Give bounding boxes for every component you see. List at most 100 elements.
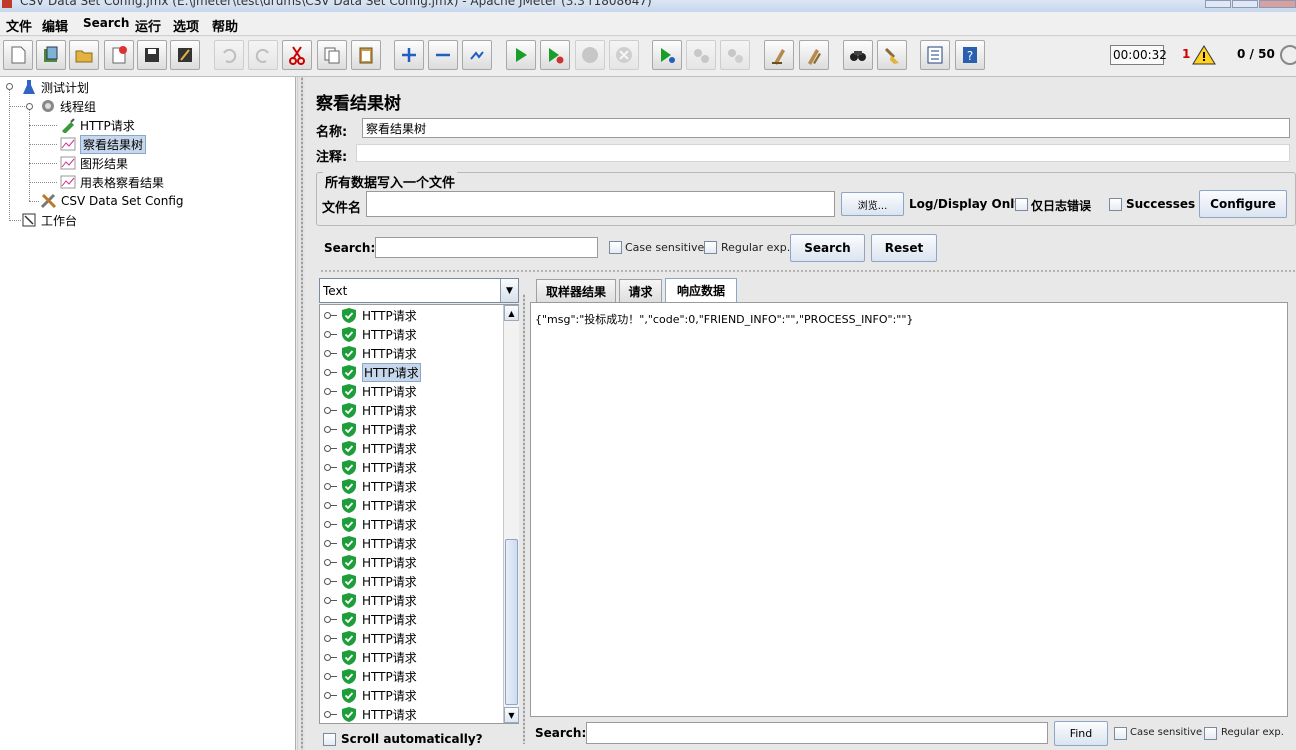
result-item[interactable]: HTTP请求 [324,344,417,362]
tree-handle-icon[interactable] [324,425,337,433]
result-item[interactable]: HTTP请求 [324,553,417,571]
regex-checkbox[interactable] [704,241,717,254]
case-sensitive-checkbox[interactable] [609,241,622,254]
tree-handle-icon[interactable] [324,444,337,452]
scroll-down-icon[interactable]: ▼ [504,707,519,723]
toggle-icon[interactable] [462,40,492,70]
response-data-panel[interactable]: {"msg":"投标成功！","code":0,"FRIEND_INFO":""… [530,302,1288,717]
collapse-icon[interactable] [428,40,458,70]
result-item[interactable]: HTTP请求 [324,496,417,514]
successes-checkbox[interactable] [1109,198,1122,211]
minimize-button[interactable] [1205,0,1231,8]
result-item[interactable]: HTTP请求 [324,648,417,666]
result-item[interactable]: HTTP请求 [324,667,417,685]
tab-response-data[interactable]: 响应数据 [665,278,737,302]
results-splitter[interactable] [520,278,528,750]
result-item[interactable]: HTTP请求 [324,610,417,628]
result-item[interactable]: HTTP请求 [324,591,417,609]
tree-handle-icon[interactable] [324,634,337,642]
search-input[interactable] [375,237,598,258]
clear-all-icon[interactable] [799,40,829,70]
browse-button[interactable]: 浏览... [841,192,904,216]
result-item[interactable]: HTTP请求 [324,477,417,495]
configure-button[interactable]: Configure [1199,190,1287,218]
response-regex-checkbox[interactable] [1204,727,1217,740]
menu-options[interactable]: 选项 [173,16,199,35]
menu-file[interactable]: 文件 [6,16,32,35]
reset-search-icon[interactable] [877,40,907,70]
close-window-button[interactable] [1259,0,1296,8]
tree-node-thread-group[interactable]: 线程组 [39,97,96,115]
tree-handle-icon[interactable] [324,596,337,604]
menu-search[interactable]: Search [83,16,129,30]
expand-icon[interactable] [394,40,424,70]
results-scrollbar[interactable]: ▲ ▼ [503,305,519,723]
response-case-sensitive-checkbox[interactable] [1114,727,1127,740]
warning-icon[interactable] [1192,45,1216,65]
tree-handle-icon[interactable] [324,653,337,661]
redo-icon[interactable] [248,40,278,70]
menu-run[interactable]: 运行 [135,16,161,35]
save-icon[interactable] [137,40,167,70]
search-button[interactable]: Search [790,234,865,262]
new-icon[interactable] [3,40,33,70]
scrollbar-thumb[interactable] [505,539,518,705]
open-icon[interactable] [69,40,99,70]
remote-start-icon[interactable] [652,40,682,70]
tree-handle-icon[interactable] [324,558,337,566]
result-item[interactable]: HTTP请求 [324,306,417,324]
tree-handle-icon[interactable] [324,615,337,623]
stop-icon[interactable] [575,40,605,70]
result-item[interactable]: HTTP请求 [324,362,421,382]
clear-icon[interactable] [764,40,794,70]
main-splitter[interactable] [297,77,305,750]
result-item[interactable]: HTTP请求 [324,325,417,343]
filename-input[interactable] [366,191,835,217]
reset-button[interactable]: Reset [871,234,937,262]
tree-node-csv-data-set-config[interactable]: CSV Data Set Config [40,192,184,210]
result-item[interactable]: HTTP请求 [324,686,417,704]
scroll-automatically-checkbox[interactable] [323,733,336,746]
tree-handle-icon[interactable] [324,330,337,338]
shutdown-icon[interactable] [609,40,639,70]
function-helper-icon[interactable] [920,40,950,70]
tree-handle-icon[interactable] [324,482,337,490]
save-as-icon[interactable] [170,40,200,70]
tree-handle-icon[interactable] [324,520,337,528]
menu-help[interactable]: 帮助 [212,16,238,35]
name-input[interactable] [362,118,1290,138]
tree-handle-icon[interactable] [324,463,337,471]
result-item[interactable]: HTTP请求 [324,439,417,457]
remote-stop-icon[interactable] [686,40,716,70]
close-icon[interactable] [104,40,134,70]
cut-icon[interactable] [282,40,312,70]
maximize-button[interactable] [1232,0,1258,8]
templates-icon[interactable] [36,40,66,70]
tree-handle-icon[interactable] [324,349,337,357]
result-item[interactable]: HTTP请求 [324,705,417,723]
tree-handle-icon[interactable] [324,387,337,395]
start-icon[interactable] [506,40,536,70]
errors-only-checkbox[interactable] [1015,198,1028,211]
tree-node-view-results-table[interactable]: 用表格察看结果 [59,173,164,191]
horizontal-divider[interactable] [320,269,1296,273]
result-item[interactable]: HTTP请求 [324,572,417,590]
paste-icon[interactable] [351,40,381,70]
find-button[interactable]: Find [1054,721,1108,746]
tree-toggle-test-plan[interactable] [6,83,13,90]
tree-handle-icon[interactable] [324,406,337,414]
tree-handle-icon[interactable] [324,672,337,680]
response-search-input[interactable] [586,722,1048,744]
result-item[interactable]: HTTP请求 [324,420,417,438]
start-no-pause-icon[interactable] [540,40,570,70]
undo-icon[interactable] [214,40,244,70]
tree-node-workbench[interactable]: 工作台 [20,211,77,229]
result-item[interactable]: HTTP请求 [324,534,417,552]
scroll-up-icon[interactable]: ▲ [504,305,519,321]
tree-handle-icon[interactable] [324,577,337,585]
menu-edit[interactable]: 编辑 [42,16,68,35]
tree-handle-icon[interactable] [324,368,337,376]
search-icon[interactable] [843,40,873,70]
tree-handle-icon[interactable] [324,539,337,547]
tree-handle-icon[interactable] [324,691,337,699]
